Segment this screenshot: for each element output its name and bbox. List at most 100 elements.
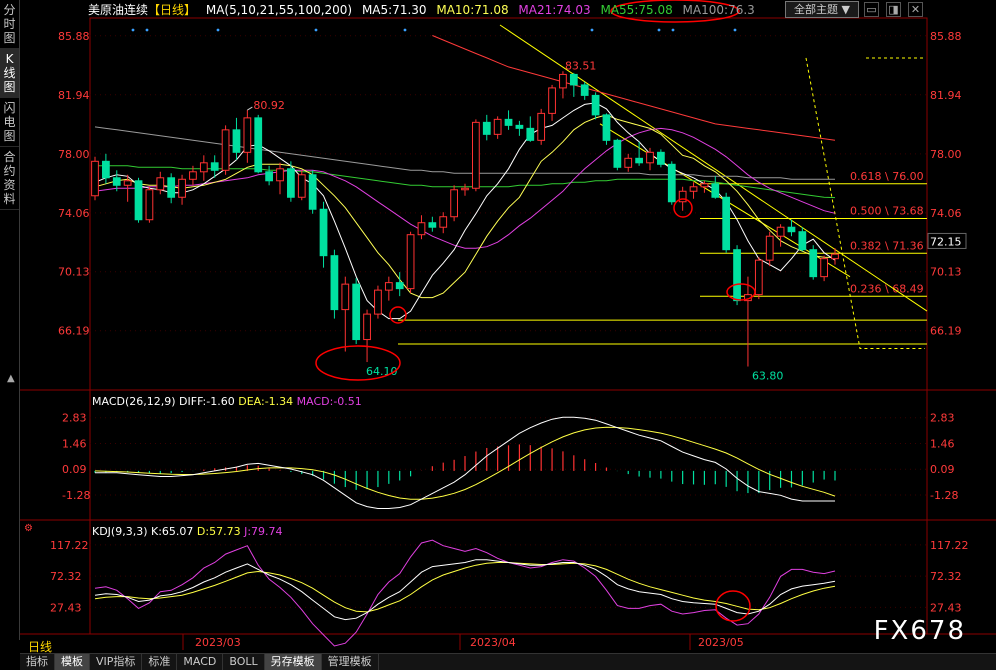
candle-body [776, 226, 785, 237]
candle-body [493, 118, 502, 135]
candle-body [112, 177, 121, 186]
highlight-circle [726, 283, 756, 301]
macd-tick-left: 0.09 [62, 463, 87, 476]
candle-body [450, 189, 458, 218]
price-tick-right: 85.88 [930, 30, 962, 43]
collapse-up-icon[interactable]: ▲ [7, 373, 15, 384]
candle-body [559, 73, 567, 89]
bottom-tab-3[interactable]: 标准 [142, 654, 178, 670]
candle-body [91, 160, 99, 197]
chart-header: 美原油连续【日线】 MA(5,10,21,55,100,200) MA5:71.… [88, 1, 761, 17]
theme-select-label: 全部主题 [794, 3, 839, 16]
event-dot [657, 28, 661, 32]
watermark-logo: FX678 [873, 616, 966, 646]
candle-body [537, 112, 546, 141]
price-tick-left: 81.94 [58, 89, 90, 102]
candle-body [254, 117, 263, 173]
candle-body [308, 174, 317, 210]
bottom-tab-7[interactable]: 管理模板 [322, 654, 379, 670]
low-label: 63.80 [752, 370, 784, 383]
candle-body [624, 157, 633, 168]
price-tick-left: 78.00 [58, 148, 90, 161]
bottom-tab-2[interactable]: VIP指标 [90, 654, 143, 670]
window-icon[interactable]: ◨ [886, 2, 901, 17]
bottom-tab-5[interactable]: BOLL [223, 654, 265, 670]
candle-body [232, 129, 241, 153]
candle-body [700, 183, 709, 188]
kdj-k: K:65.07 [151, 525, 194, 538]
candle-body [102, 160, 110, 179]
ma10-value: MA10:71.08 [436, 3, 509, 17]
bottom-tab-0[interactable]: 指标 [20, 654, 55, 670]
candle-body [319, 208, 328, 257]
bottom-tab-1[interactable]: 模板 [55, 654, 90, 670]
event-dot [131, 28, 135, 32]
kdj-tick-right: 72.32 [930, 570, 962, 583]
candle-body [711, 183, 720, 198]
candle-body [472, 121, 480, 189]
price-tick-left: 66.19 [58, 325, 90, 338]
candle-body [210, 162, 219, 171]
ma100-value: MA100:76.3 [682, 3, 755, 17]
close-icon[interactable]: ✕ [908, 2, 923, 17]
candle-body [646, 151, 654, 164]
candle-body [689, 186, 698, 192]
price-tick-right: 70.13 [930, 266, 962, 279]
candle-body [428, 222, 437, 228]
bottom-tab-4[interactable]: MACD [177, 654, 224, 670]
macd-dea: DEA:-1.34 [238, 395, 294, 408]
price-tick-left: 85.88 [58, 30, 90, 43]
event-dot [314, 28, 318, 32]
candle-body [145, 189, 154, 221]
macd-tick-left: -1.28 [62, 489, 90, 502]
price-tick-right: 74.06 [930, 207, 962, 220]
high-label: 83.51 [565, 59, 597, 72]
ma-params: MA(5,10,21,55,100,200) [205, 3, 353, 17]
fib-label: 0.500 \ 73.68 [850, 205, 924, 218]
candle-body [667, 163, 676, 203]
projection-dashed [805, 57, 925, 350]
candle-body [287, 168, 295, 198]
event-dot [590, 28, 594, 32]
event-dot [671, 28, 675, 32]
candle-body [787, 226, 796, 233]
kdj-j: J:79.74 [244, 525, 283, 538]
fib-label: 0.382 \ 71.36 [850, 239, 924, 252]
candle-body [798, 231, 807, 251]
low-label: 64.10 [366, 365, 398, 378]
candle-body [591, 94, 600, 116]
candle-body [134, 180, 143, 221]
candle-body [417, 222, 426, 236]
macd-tick-right: 0.09 [930, 463, 955, 476]
chevron-down-icon: ▼ [841, 3, 850, 16]
bottom-tab-6[interactable]: 另存模板 [264, 654, 322, 670]
period-name: 【日线】 [148, 3, 197, 17]
candle-body [482, 121, 491, 135]
date-label: 2023/04 [470, 636, 516, 649]
event-dot [145, 28, 149, 32]
candle-body [580, 84, 589, 96]
price-tick-right: 66.19 [930, 325, 962, 338]
candle-body [613, 139, 622, 168]
macd-title: MACD(26,12,9) [92, 395, 176, 408]
theme-select[interactable]: 全部主题 ▼ [785, 1, 859, 18]
price-tick-right: 81.94 [930, 89, 962, 102]
macd-tick-right: 2.83 [930, 412, 955, 425]
expand-icon[interactable]: ▭ [864, 2, 879, 17]
kdj-d: D:57.73 [196, 525, 241, 538]
candle-body [733, 249, 741, 302]
gear-icon[interactable]: ⚙ [24, 523, 33, 534]
candle-body [178, 178, 186, 198]
candle-body [635, 157, 643, 164]
macd-tick-left: 2.83 [62, 412, 87, 425]
date-label: 2023/03 [195, 636, 241, 649]
price-chart[interactable]: 85.88 85.88 81.94 81.94 78.00 78.00 74.06 74.06… [0, 0, 996, 669]
k-line [94, 559, 836, 621]
candle-body [569, 73, 578, 86]
symbol-name: 美原油连续 [88, 3, 149, 17]
candle-body [265, 171, 273, 182]
candle-body [276, 168, 284, 182]
candle-body [406, 234, 415, 290]
price-tick-right: 78.00 [930, 148, 962, 161]
candle-body [515, 124, 524, 129]
